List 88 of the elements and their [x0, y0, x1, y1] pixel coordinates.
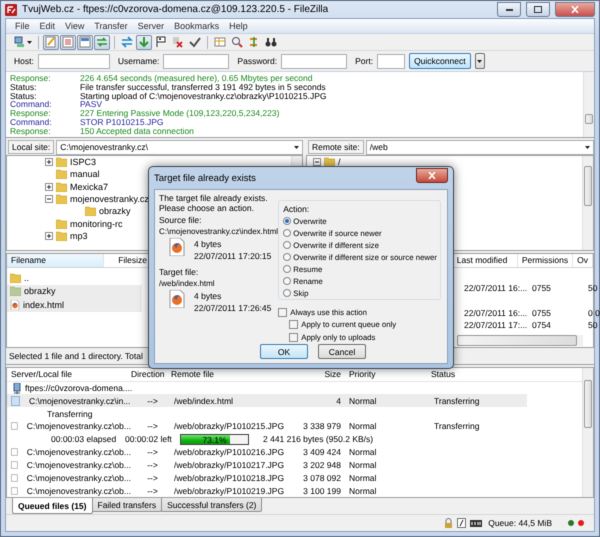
transfer-note: Transferring [47, 408, 93, 419]
menu-item[interactable]: Edit [34, 21, 60, 31]
file-row[interactable]: .. [7, 271, 142, 284]
menu-item[interactable]: View [60, 21, 90, 31]
log-label: Command: [10, 100, 53, 110]
log-message: Starting upload of C:\mojenovestranky.cz\obrazky\P1010215.JPG [80, 92, 326, 100]
path-field[interactable]: /web [366, 140, 594, 154]
log-label: Response: [10, 109, 52, 118]
queue-row[interactable]: C:\mojenovestranky.cz\ob... --> /web/obrazky/P1010215.JPG 3 338 979 Normal Transferring [7, 420, 582, 433]
file-size: 4 bytes [194, 238, 222, 250]
folder-name[interactable]: ISPC3 [70, 157, 96, 168]
date-cell-text: 22/07/2011 17:... [463, 320, 528, 330]
menu-item[interactable]: Help [224, 21, 253, 31]
group-label: Action: [283, 204, 310, 214]
dialog-message: The target file already exists. Please choose an action. [159, 193, 269, 213]
path-field[interactable]: C:\mojenovestranky.cz\ [56, 140, 303, 154]
folder-name[interactable]: monitoring-rc [70, 218, 123, 229]
file-path: C:\mojenovestranky.cz\index.html [159, 226, 278, 237]
log-label: Response: [10, 126, 52, 136]
date-cell-text: 22/07/2011 16:... [463, 308, 528, 318]
log-message: 227 Entering Passive Mode (109,123,220,5,234,223) [80, 109, 280, 118]
log-message: STOR P1010215.JPG [80, 118, 164, 127]
log-message: 150 Accepted data connection [80, 126, 194, 136]
folder-name[interactable]: mp3 [70, 230, 88, 241]
server-address: ftpes://c0vzorova-domena.... [25, 383, 132, 394]
log-message: PASV [80, 100, 102, 110]
progress-percent: 73.1% [201, 434, 228, 445]
queue-row[interactable]: C:\mojenovestranky.cz\ob... --> /web/obrazky/P1010216.JPG 3 409 424 Normal [7, 446, 582, 459]
queue-row[interactable]: C:\mojenovestranky.cz\ob... --> /web/obrazky/P1010219.JPG 3 100 199 Normal [7, 484, 582, 497]
queue-row[interactable]: C:\mojenovestranky.cz\ob... --> /web/obrazky/P1010217.JPG 3 202 948 Normal [7, 458, 582, 472]
permissions-cell-text: 0755 [531, 283, 552, 294]
queue-size: Queue: 44,5 MiB [488, 518, 552, 528]
site-label: Remote site: [308, 140, 364, 154]
cancel-button[interactable]: Cancel [318, 344, 366, 359]
file-path: /web/index.html [159, 278, 216, 289]
elapsed-time: 00:00:03 elapsed [51, 434, 118, 444]
folder-name[interactable]: manual [70, 169, 100, 180]
queue-row[interactable]: C:\mojenovestranky.cz\in... --> /web/index.html 4 Normal Transferring [7, 394, 527, 408]
log-label: Status: [10, 82, 36, 92]
owner-cell-text: 50 [587, 320, 598, 330]
time-left: 00:00:02 left [125, 434, 173, 444]
folder-name[interactable]: / [338, 157, 341, 168]
file-date: 22/07/2011 17:20:15 [194, 250, 272, 262]
field-label: Password: [237, 56, 278, 66]
field-label: Port: [355, 56, 374, 66]
queue-tab[interactable]: Successful transfers (2) [161, 498, 262, 512]
selection-status: Selected 1 file and 1 directory. Total [9, 351, 143, 361]
field-label: Username: [118, 56, 160, 66]
log-message: File transfer successful, transferred 3 191 492 bytes in 5 seconds [80, 82, 326, 92]
menu-item[interactable]: File [10, 21, 35, 31]
log-label: Status: [10, 92, 36, 100]
queue-tab[interactable]: Queued files (15) [12, 498, 92, 514]
column-header[interactable]: Remote file [171, 369, 293, 380]
field-label: Host: [14, 56, 34, 66]
column-header[interactable]: Direction [131, 369, 171, 380]
file-size: 4 bytes [194, 290, 222, 302]
queue-row[interactable]: C:\mojenovestranky.cz\ob... --> /web/obrazky/P1010218.JPG 3 078 092 Normal [7, 471, 582, 484]
menu-item[interactable]: Transfer [89, 21, 133, 31]
permissions-cell-text: 0755 [531, 308, 552, 318]
file-row[interactable]: obrazky [7, 284, 142, 298]
file-row[interactable]: index.html [7, 298, 142, 312]
column-header[interactable]: Size [293, 369, 341, 380]
column-header[interactable]: Priority [341, 369, 431, 380]
folder-name[interactable]: obrazky [99, 206, 131, 216]
log-message: 226 4.654 seconds (measured here), 0.65 Mbytes per second [80, 74, 312, 83]
site-label: Local site: [8, 140, 54, 154]
column-header[interactable]: Status [431, 369, 582, 380]
window-title: TvujWeb.cz - ftpes://c0vzorova-domena.cz@109.123.220.5 - FileZilla [22, 4, 330, 15]
column-header[interactable]: Filename [7, 254, 104, 267]
permissions-cell-text: 0754 [531, 320, 552, 330]
file-label: Target file: [159, 267, 200, 278]
menu-item[interactable]: Server [132, 21, 170, 31]
date-cell-text: 22/07/2011 16:... [463, 283, 528, 294]
owner-cell-text: 0 0 [587, 308, 600, 318]
transfer-bytes: 2 441 216 bytes (950.2 KB/s) [263, 434, 374, 444]
quickconnect-button[interactable]: Quickconnect [409, 53, 471, 69]
log-label: Response: [10, 74, 52, 83]
ok-button[interactable]: OK [260, 344, 308, 359]
log-label: Command: [10, 118, 53, 127]
dialog-title: Target file already exists [154, 172, 256, 184]
folder-name[interactable]: Mexicka7 [70, 182, 108, 192]
file-date: 22/07/2011 17:26:45 [194, 302, 272, 314]
menu-item[interactable]: Bookmarks [169, 21, 224, 31]
folder-name[interactable]: mojenovestranky.cz [70, 194, 149, 204]
owner-cell-text: 50 [587, 283, 598, 294]
queue-tab[interactable]: Failed transfers [92, 498, 162, 512]
file-label: Source file: [159, 215, 203, 226]
column-header[interactable]: Server/Local file [11, 369, 131, 380]
